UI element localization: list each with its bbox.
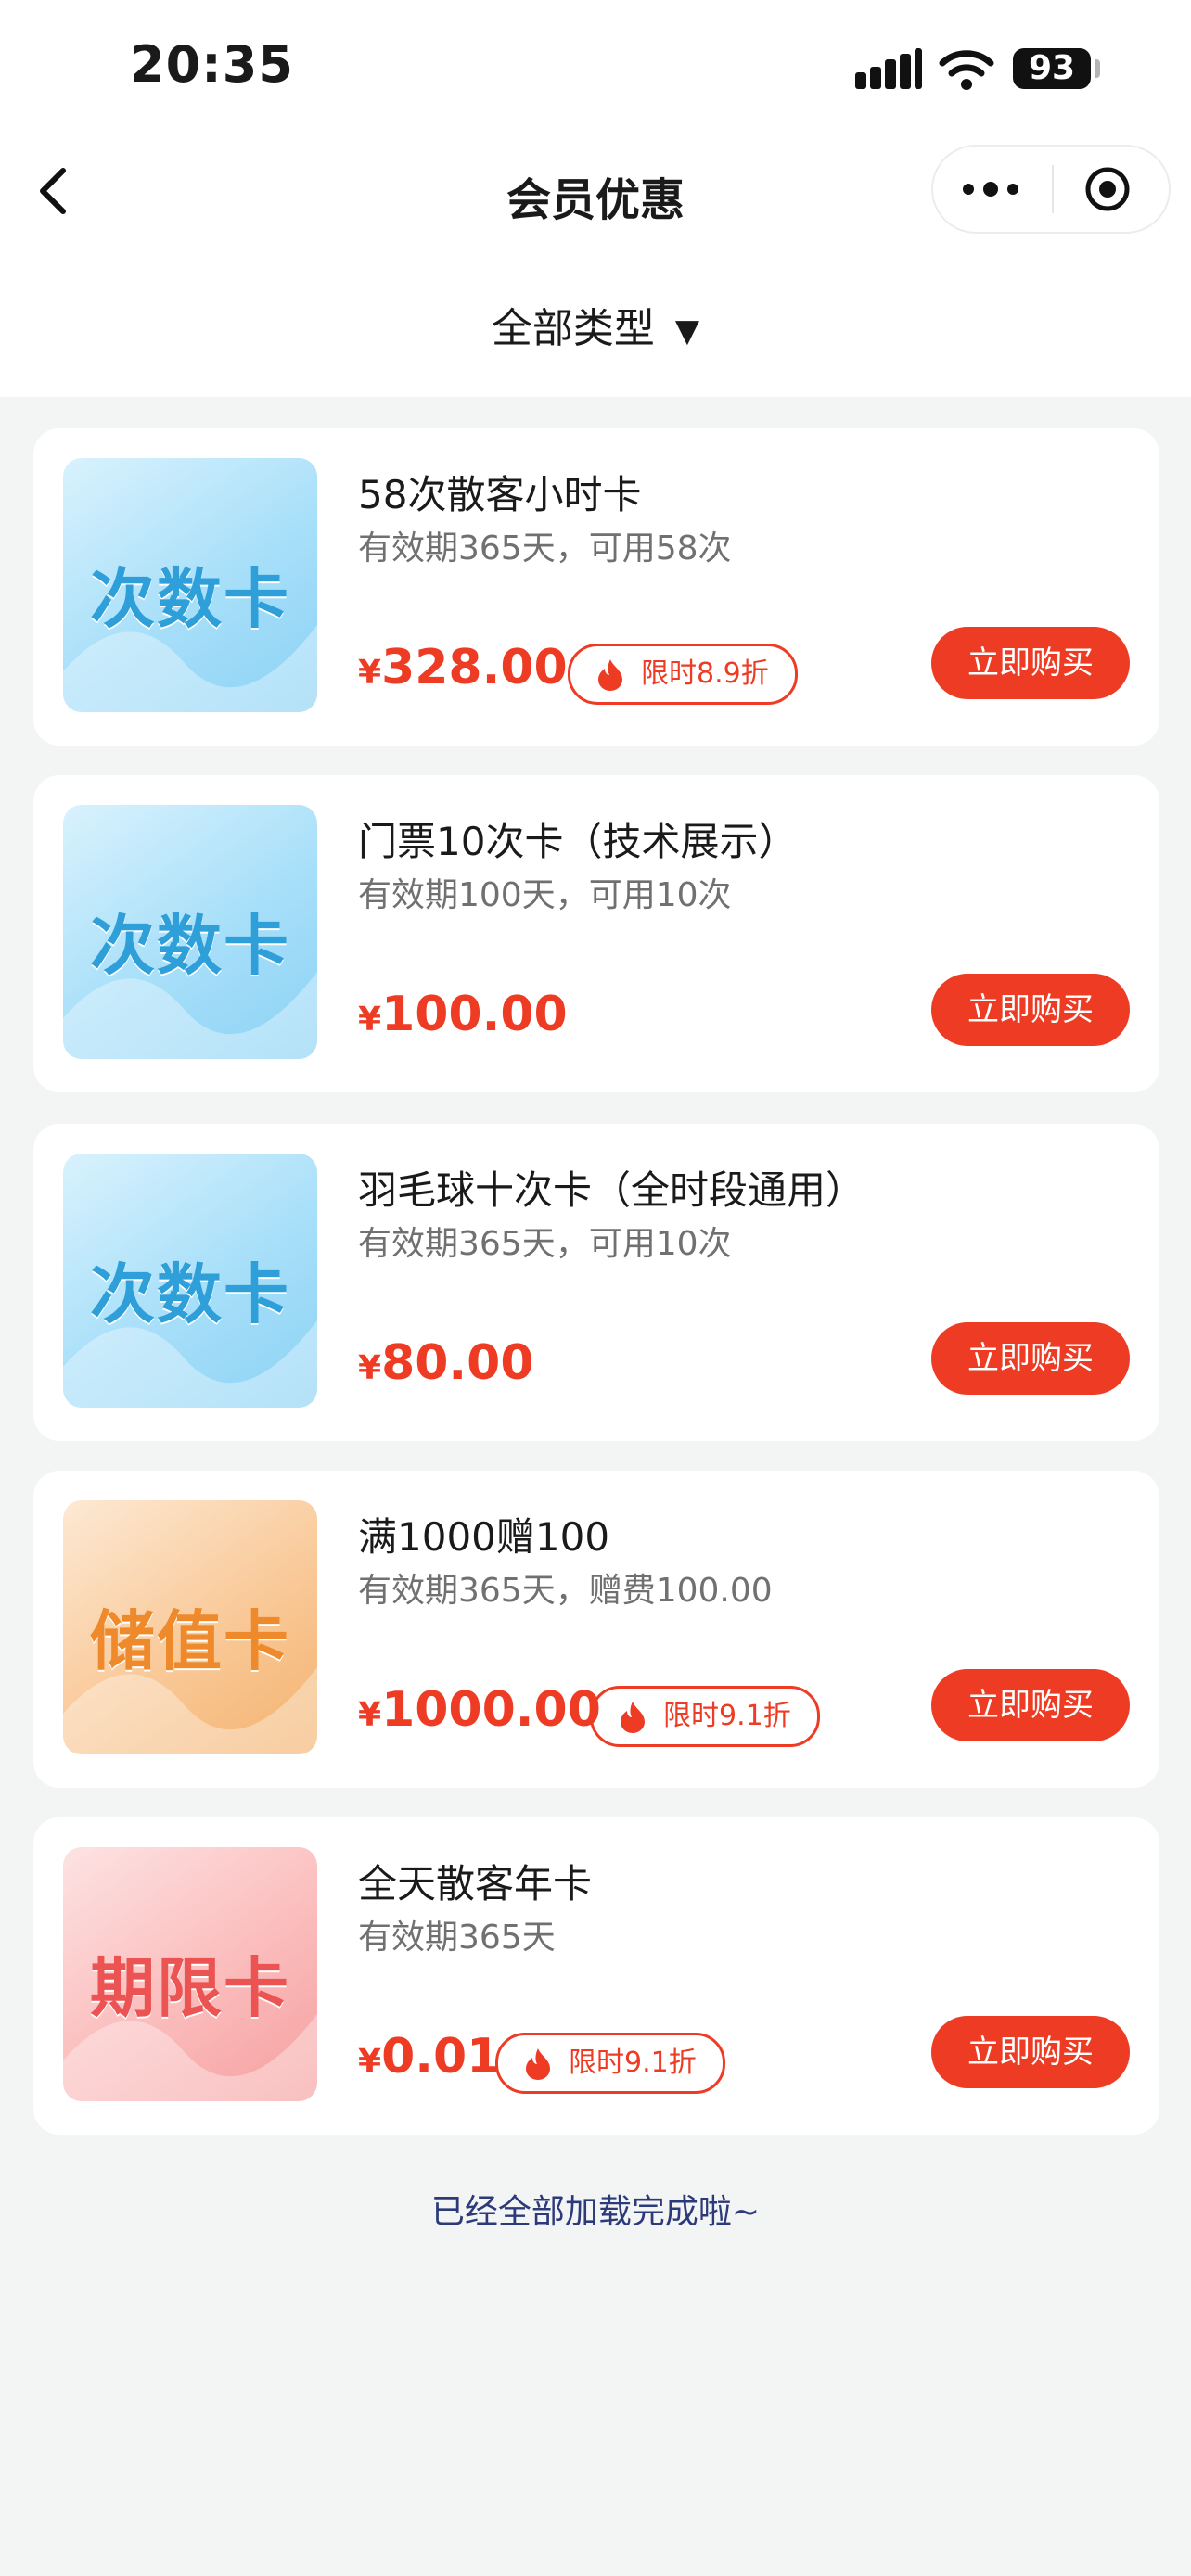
load-complete-text: 已经全部加载完成啦~ <box>430 2193 761 2231</box>
thumbnail-label: 次数卡 <box>90 908 290 984</box>
promo-badge: 限时8.9折 <box>568 644 798 705</box>
card-description: 有效期365天，可用10次 <box>358 1225 732 1263</box>
price-amount: 80.00 <box>381 1335 534 1391</box>
card-thumbnail: 期限卡 <box>63 1847 317 2101</box>
card-price: ¥100.00 <box>358 987 568 1042</box>
promo-badge: 限时9.1折 <box>495 2033 725 2094</box>
card-description: 有效期365天，可用58次 <box>358 529 732 567</box>
thumbnail-label: 次数卡 <box>90 561 290 637</box>
capsule-divider <box>1052 165 1054 213</box>
buy-now-button[interactable]: 立即购买 <box>931 627 1130 699</box>
card-title: 58次散客小时卡 <box>358 472 642 517</box>
currency-symbol: ¥ <box>358 654 382 692</box>
cellular-signal-icon <box>855 48 922 89</box>
status-time: 20:35 <box>130 35 294 94</box>
currency-symbol: ¥ <box>358 2043 382 2081</box>
type-filter[interactable]: 全部类型 ▼ <box>0 295 1191 354</box>
thumbnail-label: 次数卡 <box>90 1256 290 1333</box>
price-amount: 100.00 <box>381 987 568 1042</box>
battery-tip <box>1095 59 1100 78</box>
card-price: ¥1000.00 <box>358 1682 601 1738</box>
card-price: ¥80.00 <box>358 1335 534 1391</box>
card-title: 全天散客年卡 <box>358 1861 593 1906</box>
buy-now-button[interactable]: 立即购买 <box>931 1669 1130 1741</box>
currency-symbol: ¥ <box>358 1696 382 1734</box>
card-price: ¥0.01 <box>358 2029 500 2085</box>
fire-icon <box>598 659 622 691</box>
card-thumbnail: 次数卡 <box>63 805 317 1059</box>
fire-icon <box>526 2048 550 2080</box>
card-title: 羽毛球十次卡（全时段通用） <box>358 1167 865 1213</box>
membership-card[interactable]: 次数卡 58次散客小时卡 有效期365天，可用58次 ¥328.00 限时8.9… <box>33 428 1159 746</box>
card-thumbnail: 次数卡 <box>63 458 317 712</box>
card-thumbnail: 储值卡 <box>63 1500 317 1754</box>
membership-card[interactable]: 储值卡 满1000赠100 有效期365天，赠费100.00 ¥1000.00 … <box>33 1471 1159 1788</box>
battery-indicator: 93 <box>1013 48 1091 89</box>
card-price: ¥328.00 <box>358 640 568 695</box>
thumbnail-label: 期限卡 <box>90 1950 290 2026</box>
promo-badge: 限时9.1折 <box>590 1686 820 1747</box>
price-amount: 0.01 <box>381 2029 501 2085</box>
card-description: 有效期365天，赠费100.00 <box>358 1572 773 1610</box>
membership-card[interactable]: 次数卡 门票10次卡（技术展示） 有效期100天，可用10次 ¥100.00 立… <box>33 775 1159 1092</box>
fire-icon <box>621 1702 645 1733</box>
card-description: 有效期365天 <box>358 1919 556 1957</box>
more-icon[interactable] <box>961 182 1020 197</box>
currency-symbol: ¥ <box>358 1349 382 1387</box>
price-amount: 1000.00 <box>381 1682 601 1738</box>
membership-card[interactable]: 次数卡 羽毛球十次卡（全时段通用） 有效期365天，可用10次 ¥80.00 立… <box>33 1124 1159 1441</box>
buy-now-button[interactable]: 立即购买 <box>931 974 1130 1046</box>
card-title: 满1000赠100 <box>358 1514 610 1560</box>
card-description: 有效期100天，可用10次 <box>358 876 732 914</box>
promo-text: 限时8.9折 <box>641 657 769 690</box>
dropdown-triangle-icon: ▼ <box>674 312 700 350</box>
thumbnail-label: 储值卡 <box>90 1603 290 1679</box>
card-thumbnail: 次数卡 <box>63 1154 317 1408</box>
wifi-icon <box>939 50 994 90</box>
close-target-icon[interactable] <box>1083 165 1132 213</box>
card-title: 门票10次卡（技术展示） <box>358 819 798 864</box>
promo-text: 限时9.1折 <box>663 1700 791 1732</box>
membership-card[interactable]: 期限卡 全天散客年卡 有效期365天 ¥0.01 限时9.1折 立即购买 <box>33 1817 1159 2135</box>
filter-label: 全部类型 <box>491 305 655 352</box>
promo-text: 限时9.1折 <box>569 2047 697 2079</box>
currency-symbol: ¥ <box>358 1001 382 1039</box>
price-amount: 328.00 <box>381 640 568 695</box>
buy-now-button[interactable]: 立即购买 <box>931 1322 1130 1395</box>
buy-now-button[interactable]: 立即购买 <box>931 2016 1130 2088</box>
